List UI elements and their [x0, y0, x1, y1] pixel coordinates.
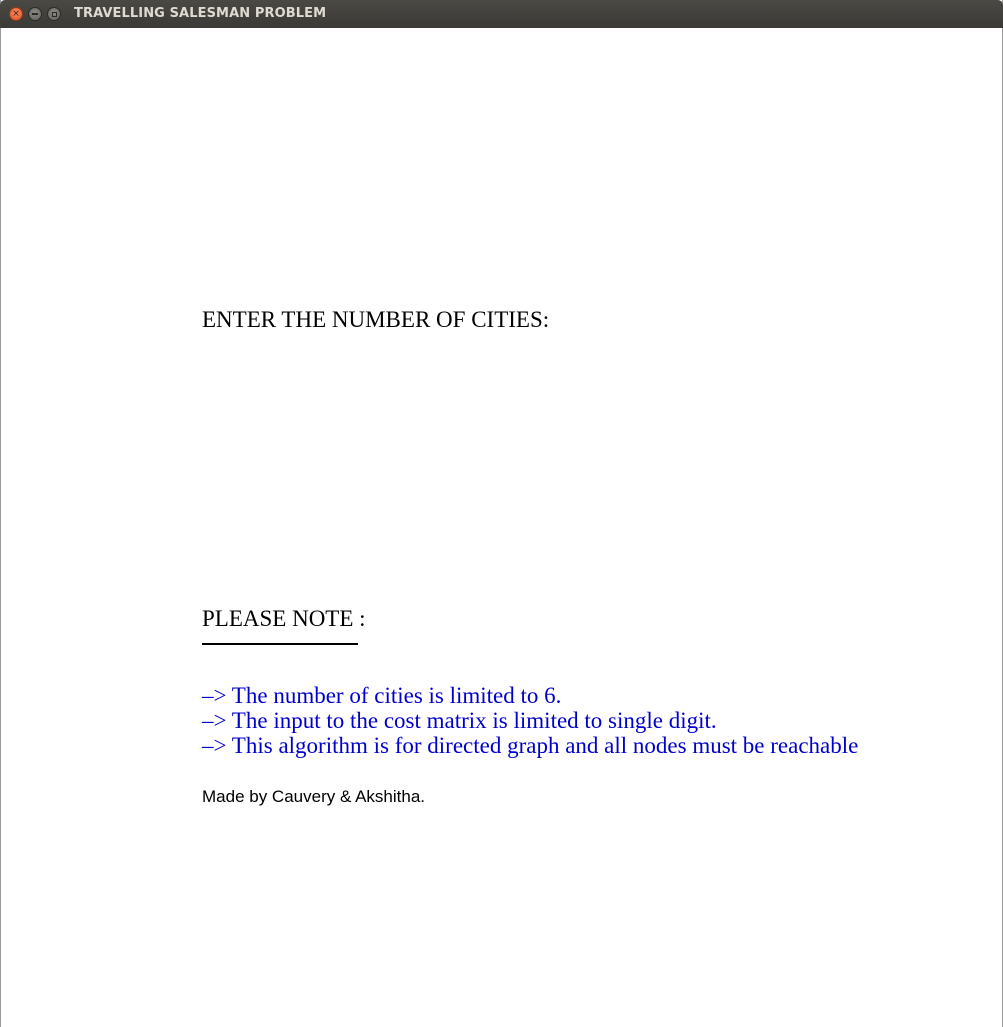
close-window-button[interactable]: ×: [9, 7, 23, 21]
minimize-window-button[interactable]: [28, 7, 42, 21]
note-heading-underline: [202, 643, 358, 645]
window-title: TRAVELLING SALESMAN PROBLEM: [74, 6, 327, 21]
maximize-window-button[interactable]: [47, 7, 61, 21]
note-item: –> The number of cities is limited to 6.: [202, 683, 562, 708]
application-window: × TRAVELLING SALESMAN PROBLEM ENTER THE …: [0, 0, 1003, 1027]
minimize-icon: [32, 13, 38, 15]
note-item: –> The input to the cost matrix is limit…: [202, 708, 717, 733]
title-bar[interactable]: × TRAVELLING SALESMAN PROBLEM: [0, 0, 1003, 28]
note-heading: PLEASE NOTE :: [202, 606, 366, 631]
close-icon: ×: [12, 8, 20, 19]
note-item: –> This algorithm is for directed graph …: [202, 733, 859, 758]
notes-list: –> The number of cities is limited to 6.…: [202, 683, 858, 758]
maximize-icon: [51, 11, 57, 17]
credits-text: Made by Cauvery & Akshitha.: [202, 787, 426, 806]
city-count-prompt: ENTER THE NUMBER OF CITIES:: [202, 307, 550, 332]
canvas-area[interactable]: ENTER THE NUMBER OF CITIES: PLEASE NOTE …: [1, 28, 1002, 1027]
